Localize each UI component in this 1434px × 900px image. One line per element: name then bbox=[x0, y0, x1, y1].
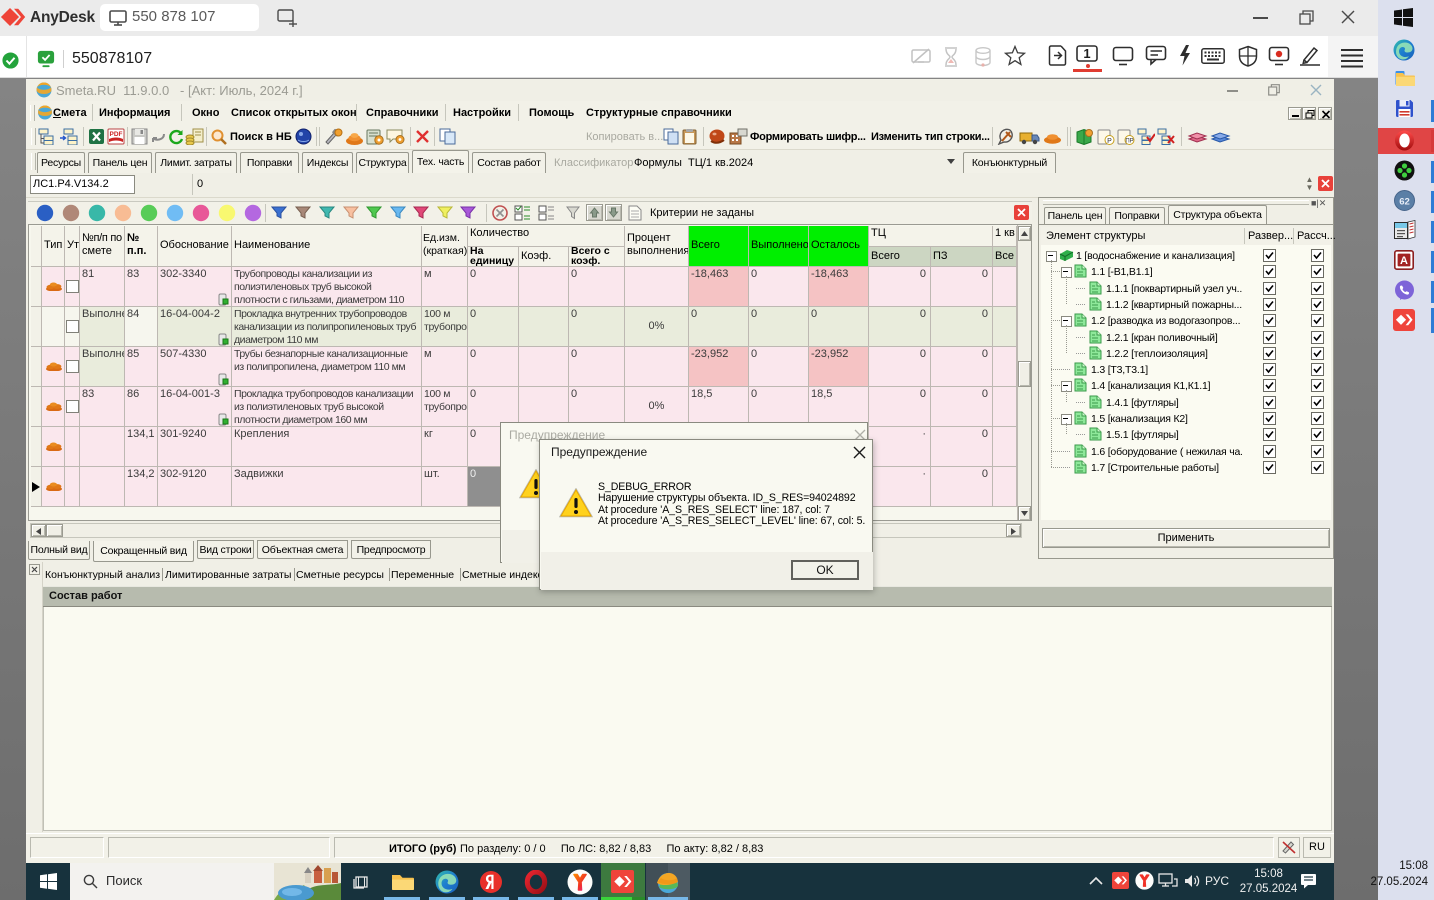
svg-text:PDF: PDF bbox=[110, 131, 123, 138]
svg-text:1: 1 bbox=[1083, 46, 1090, 61]
svg-text:62: 62 bbox=[1399, 197, 1410, 208]
svg-text:A: A bbox=[1400, 255, 1408, 267]
svg-text:ПР: ПР bbox=[1125, 139, 1133, 145]
svg-text:P: P bbox=[1107, 138, 1112, 145]
